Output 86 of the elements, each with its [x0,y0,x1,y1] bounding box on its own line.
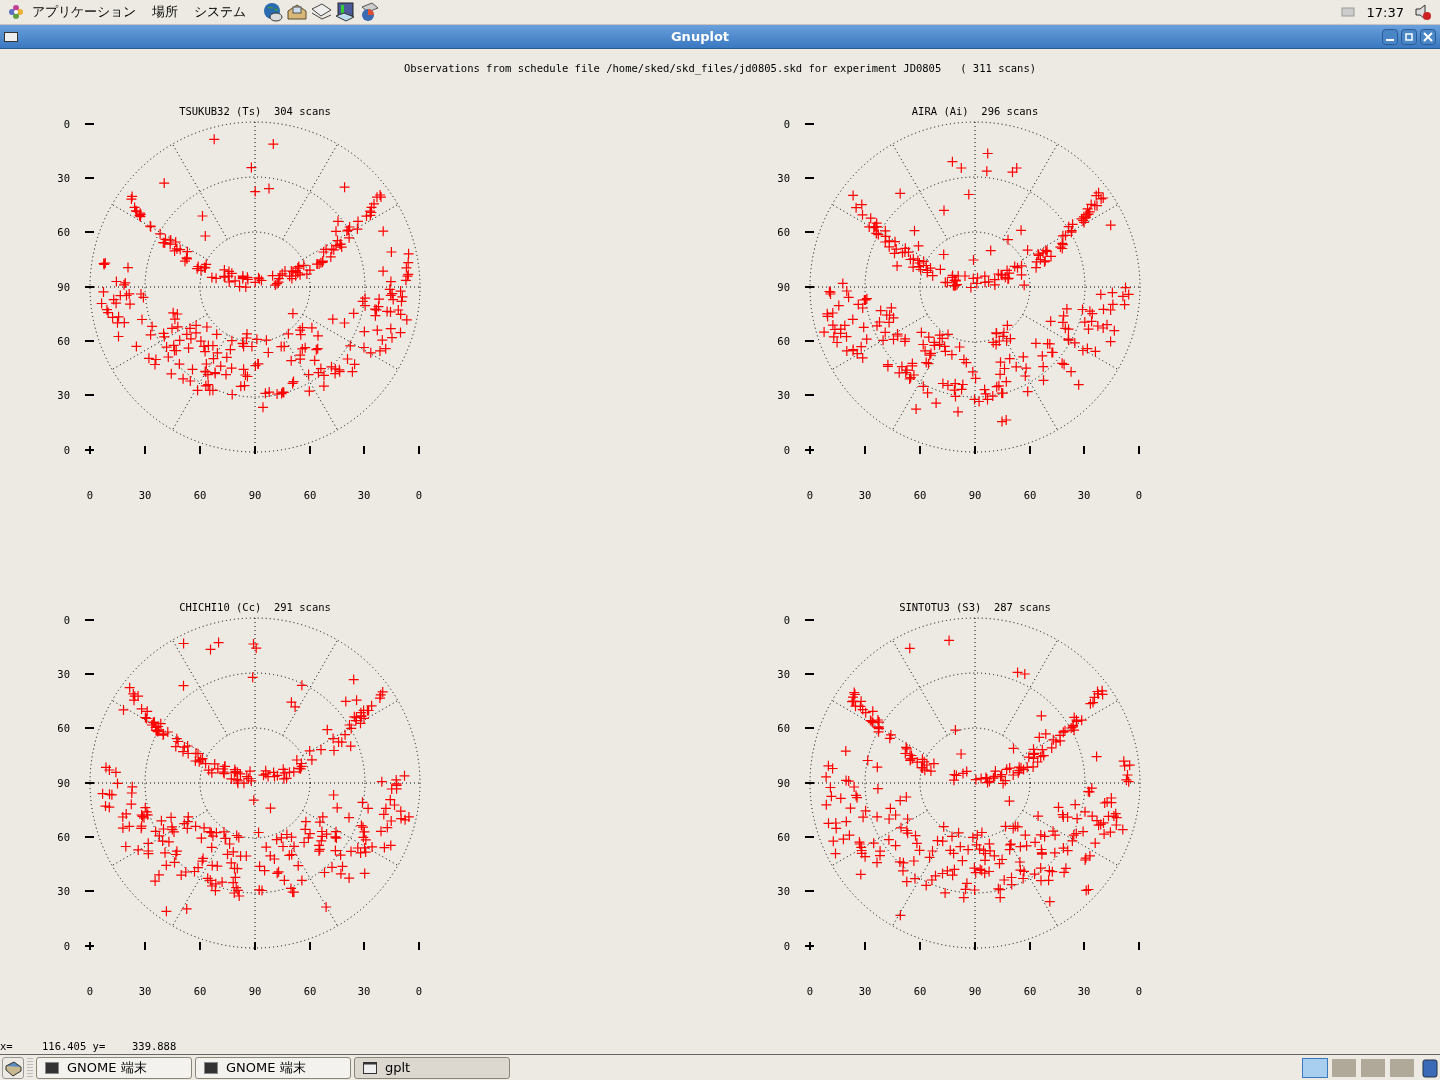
workspace-button[interactable] [1302,1057,1328,1078]
tick-label: 60 [913,489,927,501]
taskbar-button[interactable]: GNOME 端末 [195,1056,351,1079]
tick-label: 30 [777,668,790,680]
tick-label: 60 [777,226,790,238]
tick-label: 30 [777,172,790,184]
tick-label: 0 [1135,985,1143,997]
tick-label: 30 [57,172,70,184]
plot-title: AIRA (Ai) 296 scans [911,105,1039,117]
tick-label: 30 [138,985,152,997]
muted-speaker-icon[interactable] [1414,3,1432,21]
tick-label: 30 [357,489,371,501]
tick-label: 60 [777,722,790,734]
maximize-icon[interactable] [1401,28,1417,45]
menu-item[interactable]: システム [194,3,246,21]
tick-label: 60 [303,489,317,501]
status-text: x= [0,1040,13,1052]
tick-label: 0 [86,985,94,997]
tick-label: 90 [57,281,70,293]
tick-label: 90 [57,777,70,789]
tick-label: 0 [63,614,70,626]
tick-label: 30 [777,885,790,897]
tick-label: 30 [858,489,872,501]
tick-label: 0 [63,940,70,952]
tick-label: 60 [777,831,790,843]
tick-label: 90 [777,777,790,789]
tick-label: 0 [783,614,790,626]
tick-label: 0 [1135,489,1143,501]
tick-label: 30 [57,389,70,401]
plot-title: TSUKUB32 (Ts) 304 scans [179,105,331,117]
plot-title: CHICHI10 (Cc) 291 scans [179,601,331,613]
tick-label: 30 [1077,489,1091,501]
window-menu-icon[interactable] [4,31,18,42]
tick-label: 60 [1023,985,1037,997]
tick-label: 90 [248,985,262,997]
terminal-icon [204,1061,218,1074]
taskbar-button[interactable]: gplt [354,1056,510,1079]
window-title: Gnuplot [669,29,731,44]
clock[interactable]: 17:37 [1366,4,1404,20]
tick-label: 60 [777,335,790,347]
tick-label: 30 [858,985,872,997]
tick-label: 60 [913,985,927,997]
tick-label: 30 [138,489,152,501]
tick-label: 60 [1023,489,1037,501]
tick-label: 60 [57,831,70,843]
monitor-icon[interactable] [334,1,356,23]
tick-label: 0 [86,489,94,501]
tick-label: 90 [777,281,790,293]
terminal-icon [45,1061,59,1074]
tick-label: 0 [415,489,423,501]
tick-label: 30 [57,885,70,897]
status-text: 116.405 y= [42,1040,106,1052]
tick-label: 60 [57,335,70,347]
tick-label: 0 [806,489,814,501]
tick-label: 30 [357,985,371,997]
plot-heading: Observations from schedule file /home/sked/skd_files/jd0805.skd for experiment JD0805 ( 311 scans) [402,62,1038,74]
tick-label: 0 [783,118,790,130]
tick-label: 30 [777,389,790,401]
show-desktop-icon[interactable] [2,1056,24,1079]
tick-label: 0 [806,985,814,997]
trash-icon[interactable] [1422,1057,1438,1078]
menu-item[interactable]: アプリケーション [32,3,136,21]
status-text: 339.888 [132,1040,177,1052]
tick-label: 0 [783,940,790,952]
tick-label: 0 [63,444,70,456]
globe-icon[interactable] [262,1,284,23]
flower-logo-icon[interactable] [8,4,24,20]
tick-label: 90 [968,985,982,997]
plot-title: SINTOTU3 (S3) 287 scans [899,601,1051,613]
window-icon [363,1061,377,1074]
tick-label: 60 [193,985,207,997]
close-icon[interactable] [1420,28,1436,45]
tick-label: 60 [193,489,207,501]
tick-label: 0 [415,985,423,997]
tick-label: 0 [63,118,70,130]
minimize-icon[interactable] [1382,28,1398,45]
tick-label: 30 [57,668,70,680]
tick-label: 60 [57,226,70,238]
taskbar-button[interactable]: GNOME 端末 [36,1056,192,1079]
tick-label: 30 [1077,985,1091,997]
tick-label: 60 [303,985,317,997]
tick-label: 90 [248,489,262,501]
tick-label: 90 [968,489,982,501]
menu-item[interactable]: 場所 [152,3,178,21]
tick-label: 60 [57,722,70,734]
tick-label: 0 [783,444,790,456]
